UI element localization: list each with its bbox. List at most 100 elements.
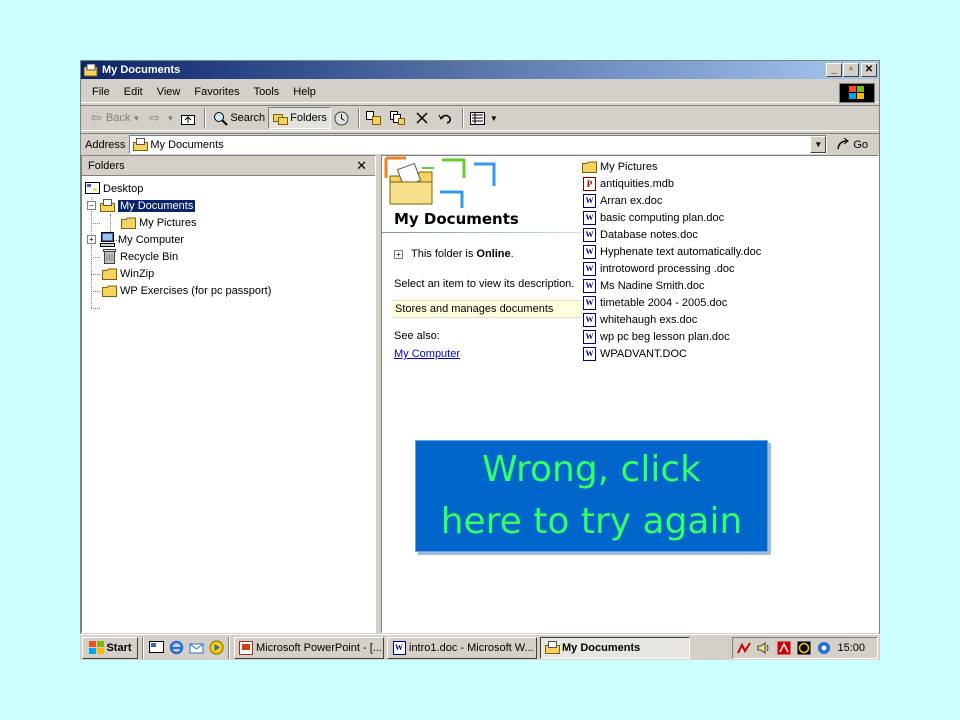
list-item[interactable]: W WPADVANT.DOC <box>582 345 761 362</box>
list-item[interactable]: W whitehaugh exs.doc <box>582 311 761 328</box>
move-to-button[interactable] <box>363 107 387 129</box>
tree-item-my-computer[interactable]: + My Computer <box>82 231 375 248</box>
list-item[interactable]: W introtoword processing .doc <box>582 260 761 277</box>
list-item[interactable]: W Ms Nadine Smith.doc <box>582 277 761 294</box>
chevron-down-icon: ▼ <box>166 113 175 123</box>
chevron-down-icon: ▼ <box>132 113 141 123</box>
tree-item-label: My Computer <box>118 233 185 246</box>
show-desktop-icon[interactable] <box>148 640 164 656</box>
powerpoint-icon <box>238 640 254 656</box>
file-name: basic computing plan.doc <box>600 211 725 224</box>
maximize-button[interactable]: ▫ <box>843 63 859 77</box>
messenger-icon[interactable] <box>816 640 832 656</box>
taskbar: Start Microsoft PowerPoint - [... W intr… <box>80 634 880 660</box>
folders-icon <box>272 110 288 126</box>
up-folder-button[interactable] <box>177 107 201 129</box>
tree-item-recycle-bin[interactable]: Recycle Bin <box>82 248 375 265</box>
search-button[interactable]: Search <box>209 107 268 129</box>
address-input[interactable]: My Documents ▼ <box>129 135 828 154</box>
list-item[interactable]: W Arran ex.doc <box>582 192 761 209</box>
taskbar-separator <box>142 636 144 659</box>
list-item[interactable]: W Hyphenate text automatically.doc <box>582 243 761 260</box>
menu-tools[interactable]: Tools <box>247 86 287 98</box>
tree-item-winzip[interactable]: WinZip <box>82 265 375 282</box>
tree-item-label: My Pictures <box>139 216 197 229</box>
tree-item-desktop[interactable]: Desktop <box>82 180 375 197</box>
collapse-icon[interactable]: − <box>87 201 96 210</box>
menu-edit[interactable]: Edit <box>117 86 150 98</box>
menu-view[interactable]: View <box>150 86 188 98</box>
menu-help[interactable]: Help <box>286 86 323 98</box>
toolbar-separator <box>461 108 464 128</box>
address-dropdown-button[interactable]: ▼ <box>810 136 827 153</box>
close-folders-pane-button[interactable]: ✕ <box>356 158 367 174</box>
undo-button[interactable] <box>435 107 459 129</box>
internet-explorer-icon[interactable] <box>168 640 184 656</box>
folders-button[interactable]: Folders <box>268 107 331 129</box>
title-bar[interactable]: My Documents _ ▫ ✕ <box>81 61 879 79</box>
list-item[interactable]: W Database notes.doc <box>582 226 761 243</box>
file-name: Database notes.doc <box>600 228 698 241</box>
folders-pane-header: Folders ✕ <box>82 156 375 176</box>
start-button[interactable]: Start <box>82 636 138 659</box>
search-icon <box>212 110 228 126</box>
taskbar-item-my-documents[interactable]: My Documents <box>540 636 690 659</box>
my-documents-icon <box>84 63 98 77</box>
go-button[interactable]: Go <box>835 137 868 153</box>
views-button[interactable]: ▼ <box>467 107 501 129</box>
network-activity-icon[interactable] <box>736 640 752 656</box>
menu-file[interactable]: File <box>85 86 117 98</box>
web-view-title: My Documents <box>394 210 519 228</box>
address-value: My Documents <box>150 138 224 151</box>
outlook-express-icon[interactable] <box>188 640 204 656</box>
my-computer-link[interactable]: My Computer <box>394 348 460 360</box>
views-icon <box>470 110 486 126</box>
toolbar-separator <box>357 108 360 128</box>
go-label: Go <box>853 138 869 151</box>
file-name: wp pc beg lesson plan.doc <box>600 330 730 343</box>
my-documents-icon <box>99 198 115 213</box>
web-view-panel: My Documents + This folder is Online . S… <box>382 156 582 632</box>
my-documents-icon <box>132 137 148 153</box>
list-item[interactable]: W basic computing plan.doc <box>582 209 761 226</box>
expand-icon[interactable]: + <box>394 249 403 259</box>
tree-item-label: Desktop <box>103 182 144 195</box>
list-item[interactable]: P antiquities.mdb <box>582 175 761 192</box>
menu-favorites[interactable]: Favorites <box>187 86 246 98</box>
back-button[interactable]: ⇦ Back ▼ <box>85 107 143 129</box>
file-name: My Pictures <box>600 160 658 173</box>
delete-button[interactable] <box>411 107 435 129</box>
forward-button[interactable]: ⇨ ▼ <box>143 107 177 129</box>
close-button[interactable]: ✕ <box>861 63 877 77</box>
tree-item-label: WP Exercises (for pc passport) <box>120 284 272 297</box>
minimize-button[interactable]: _ <box>826 63 842 77</box>
access-database-icon: P <box>582 176 597 191</box>
decorative-squares <box>384 156 496 208</box>
tree-item-wp-exercises[interactable]: WP Exercises (for pc passport) <box>82 282 375 299</box>
media-player-icon[interactable] <box>208 640 224 656</box>
try-again-button[interactable]: Wrong, click here to try again <box>415 440 768 552</box>
history-button[interactable] <box>331 107 355 129</box>
copy-to-button[interactable] <box>387 107 411 129</box>
system-tray: 15:00 <box>732 637 878 659</box>
antivirus-icon[interactable] <box>796 640 812 656</box>
delete-x-icon <box>414 110 430 126</box>
start-label: Start <box>106 641 132 654</box>
list-item[interactable]: My Pictures <box>582 158 761 175</box>
list-item[interactable]: W timetable 2004 - 2005.doc <box>582 294 761 311</box>
speaker-icon[interactable] <box>756 640 772 656</box>
word-doc-icon: W <box>582 329 597 344</box>
tree-item-my-pictures[interactable]: My Pictures <box>82 214 375 231</box>
word-doc-icon: W <box>582 278 597 293</box>
taskbar-item-powerpoint[interactable]: Microsoft PowerPoint - [... <box>234 636 384 659</box>
taskbar-item-word[interactable]: W intro1.doc - Microsoft W... <box>387 636 537 659</box>
expand-icon[interactable]: + <box>87 235 96 244</box>
window-title: My Documents <box>102 64 181 76</box>
tree-item-my-documents[interactable]: − My Documents <box>82 197 375 214</box>
list-item[interactable]: W wp pc beg lesson plan.doc <box>582 328 761 345</box>
search-label: Search <box>230 112 266 124</box>
select-item-hint: Select an item to view its description. <box>394 278 575 290</box>
word-doc-icon: W <box>582 261 597 276</box>
toolbar-separator <box>204 108 207 128</box>
acrobat-icon[interactable] <box>776 640 792 656</box>
